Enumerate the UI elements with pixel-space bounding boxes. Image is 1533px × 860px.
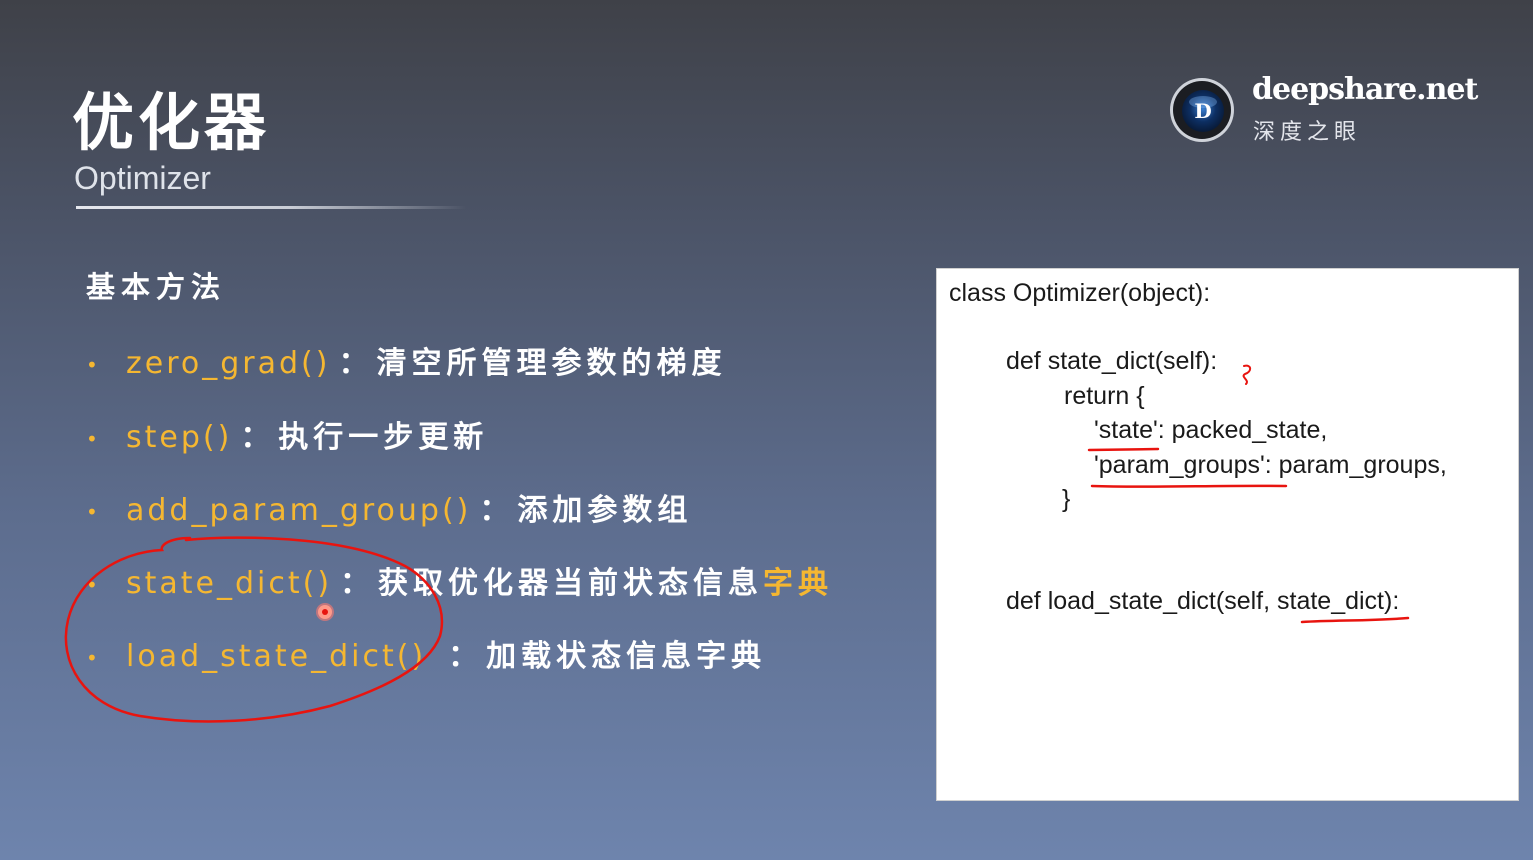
method-description: 清空所管理参数的梯度 — [376, 346, 727, 381]
code-line-def-state-dict: def state_dict(self): — [1006, 347, 1218, 375]
method-colon: ： — [338, 346, 369, 381]
eye-logo-icon: D — [1170, 78, 1234, 142]
method-item-add-param-group: • add_param_group()：添加参数组 — [86, 485, 692, 529]
method-colon: ： — [240, 420, 271, 455]
bullet-icon: • — [86, 352, 98, 377]
slide-subtitle: Optimizer — [74, 160, 211, 196]
bullet-icon: • — [86, 499, 98, 524]
slide-title: 优化器 — [72, 86, 271, 159]
code-line-close-brace: } — [1062, 485, 1071, 513]
method-item-zero-grad: • zero_grad()：清空所管理参数的梯度 — [86, 338, 726, 382]
method-name: add_param_group() — [126, 493, 472, 528]
code-line-param-groups: 'param_groups': param_groups, — [1094, 451, 1447, 479]
method-name: load_state_dict() — [126, 639, 427, 674]
code-line-def-load-state-dict: def load_state_dict(self, state_dict): — [1006, 587, 1400, 615]
bullet-icon: • — [86, 426, 98, 451]
method-name: step() — [126, 420, 233, 455]
method-name: zero_grad() — [126, 346, 331, 381]
method-item-state-dict: • state_dict()：获取优化器当前状态信息字典 — [86, 558, 833, 602]
method-description: 获取优化器当前状态信息 — [378, 566, 764, 601]
section-heading: 基本方法 — [86, 270, 227, 304]
bullet-icon: • — [86, 572, 98, 597]
code-line-return: return { — [1064, 382, 1145, 410]
method-colon: ： — [448, 639, 479, 674]
code-panel: class Optimizer(object): def state_dict(… — [936, 268, 1519, 801]
bullet-icon: • — [86, 645, 98, 670]
logo-letter: D — [1194, 99, 1211, 123]
title-divider — [76, 206, 466, 209]
method-colon: ： — [340, 566, 371, 601]
brand-subtitle: 深度之眼 — [1253, 120, 1362, 145]
method-description: 加载状态信息字典 — [486, 639, 767, 674]
method-item-load-state-dict: • load_state_dict() ：加载状态信息字典 — [86, 631, 766, 675]
brand-name: deepshare.net — [1252, 72, 1478, 107]
code-line-class: class Optimizer(object): — [949, 279, 1211, 307]
method-name: state_dict() — [126, 566, 333, 601]
cursor-dot-icon — [318, 605, 332, 619]
method-description: 添加参数组 — [517, 493, 693, 528]
method-description: 执行一步更新 — [278, 420, 489, 455]
method-item-step: • step()：执行一步更新 — [86, 412, 488, 456]
code-line-state: 'state': packed_state, — [1094, 416, 1328, 444]
method-description-highlight: 字典 — [763, 566, 834, 601]
method-colon: ： — [479, 493, 510, 528]
